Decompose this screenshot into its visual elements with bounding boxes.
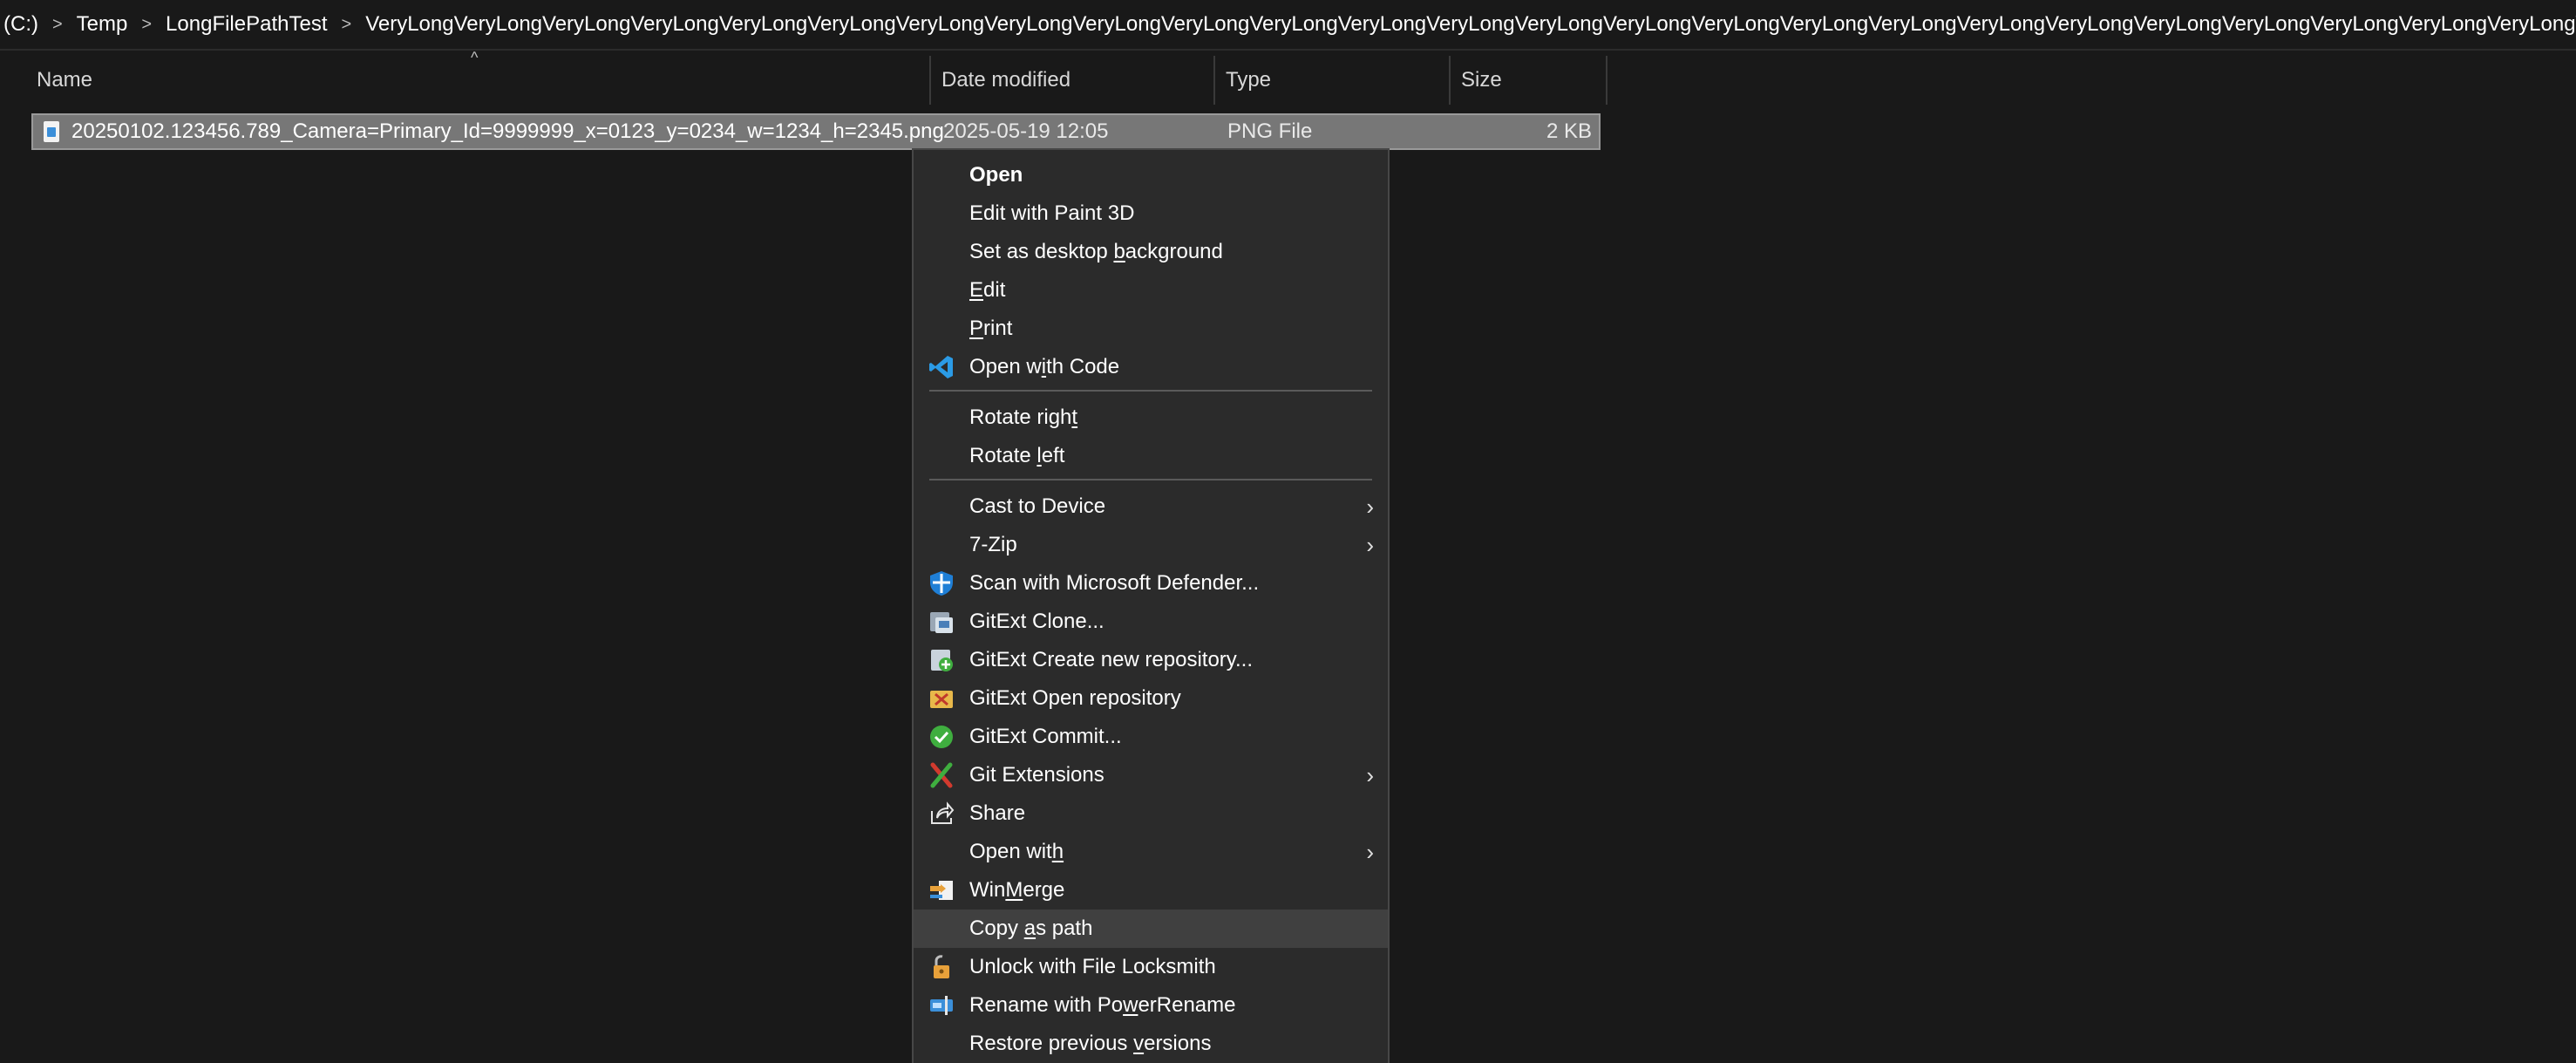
menu-item-gitext-commit[interactable]: GitExt Commit...: [914, 718, 1388, 756]
column-header-size[interactable]: Size: [1451, 56, 1606, 105]
vscode-icon: [928, 353, 955, 381]
menu-item-restore-previous-versions[interactable]: Restore previous versions: [914, 1025, 1388, 1063]
file-name: 20250102.123456.789_Camera=Primary_Id=99…: [71, 119, 944, 143]
gitext-clone-icon: [928, 608, 955, 636]
breadcrumb-drive[interactable]: (C:): [0, 12, 42, 37]
menu-item-label: GitExt Open repository: [969, 686, 1181, 710]
menu-item-label: Open: [969, 163, 1023, 187]
breadcrumb: (C:) > Temp > LongFilePathTest > VeryLon…: [0, 0, 2576, 51]
column-header-type[interactable]: Type: [1215, 56, 1449, 105]
file-row-selected[interactable]: 20250102.123456.789_Camera=Primary_Id=99…: [31, 113, 1601, 150]
menu-item-rotate-left[interactable]: Rotate left: [914, 437, 1388, 475]
chevron-right-icon: ›: [1366, 493, 1374, 520]
chevron-right-icon: ›: [1366, 838, 1374, 865]
gitext-create-repo-icon: [928, 646, 955, 674]
menu-item-label: Edit with Paint 3D: [969, 201, 1135, 225]
menu-item-label: Copy as path: [969, 916, 1093, 940]
menu-item-unlock-file-locksmith[interactable]: Unlock with File Locksmith: [914, 948, 1388, 986]
column-header-date-modified[interactable]: Date modified: [931, 56, 1213, 105]
context-menu: Open Edit with Paint 3D Set as desktop b…: [912, 148, 1390, 1063]
menu-item-rotate-right[interactable]: Rotate right: [914, 399, 1388, 437]
menu-item-open[interactable]: Open: [914, 156, 1388, 194]
menu-item-share[interactable]: Share: [914, 794, 1388, 833]
menu-item-label: Print: [969, 317, 1013, 340]
breadcrumb-verylong-folder[interactable]: VeryLongVeryLongVeryLongVeryLongVeryLong…: [362, 12, 2576, 37]
menu-item-7zip[interactable]: 7-Zip ›: [914, 526, 1388, 564]
file-explorer-window: (C:) > Temp > LongFilePathTest > VeryLon…: [0, 0, 2576, 1063]
menu-item-label: Cast to Device: [969, 494, 1106, 518]
breadcrumb-longfilepathtest[interactable]: LongFilePathTest: [162, 12, 330, 37]
chevron-right-icon: >: [141, 14, 153, 34]
gitext-commit-icon: [928, 723, 955, 751]
menu-item-gitext-clone[interactable]: GitExt Clone...: [914, 603, 1388, 641]
menu-item-gitext-open-repo[interactable]: GitExt Open repository: [914, 679, 1388, 718]
powerrename-icon: [928, 991, 955, 1019]
chevron-right-icon: >: [341, 14, 352, 34]
menu-separator: [929, 479, 1372, 480]
menu-item-label: Open with: [969, 840, 1064, 863]
menu-item-label: Rotate right: [969, 405, 1078, 429]
menu-item-label: Share: [969, 801, 1026, 825]
menu-item-winmerge[interactable]: WinMerge: [914, 871, 1388, 910]
menu-separator: [929, 390, 1372, 392]
menu-item-label: Scan with Microsoft Defender...: [969, 571, 1260, 595]
padlock-icon: [928, 953, 955, 981]
menu-item-print[interactable]: Print: [914, 310, 1388, 348]
winmerge-icon: [928, 876, 955, 904]
menu-item-label: Edit: [969, 278, 1006, 302]
menu-item-label: GitExt Commit...: [969, 725, 1122, 748]
gitext-open-repo-icon: [928, 685, 955, 712]
png-file-icon: [44, 121, 59, 142]
file-size: 2 KB: [1546, 119, 1592, 143]
menu-item-label: Unlock with File Locksmith: [969, 955, 1216, 978]
menu-item-edit[interactable]: Edit: [914, 271, 1388, 310]
file-date-modified: 2025-05-19 12:05: [943, 119, 1109, 143]
column-header-name[interactable]: Name: [26, 56, 929, 105]
menu-item-label: 7-Zip: [969, 533, 1017, 556]
menu-item-copy-as-path[interactable]: Copy as path: [914, 910, 1388, 948]
defender-shield-icon: [928, 569, 955, 597]
menu-item-open-with-code[interactable]: Open with Code: [914, 348, 1388, 386]
menu-item-label: Git Extensions: [969, 763, 1104, 787]
menu-item-set-desktop-background[interactable]: Set as desktop background: [914, 233, 1388, 271]
menu-item-edit-paint3d[interactable]: Edit with Paint 3D: [914, 194, 1388, 233]
menu-item-rename-powerrename[interactable]: Rename with PowerRename: [914, 986, 1388, 1025]
menu-item-gitext-create-repo[interactable]: GitExt Create new repository...: [914, 641, 1388, 679]
menu-item-label: Restore previous versions: [969, 1032, 1212, 1055]
menu-item-label: Rename with PowerRename: [969, 993, 1236, 1017]
menu-item-label: Rotate left: [969, 444, 1065, 467]
file-name-cell: 20250102.123456.789_Camera=Primary_Id=99…: [44, 115, 944, 148]
breadcrumb-temp[interactable]: Temp: [73, 12, 132, 37]
menu-item-scan-defender[interactable]: Scan with Microsoft Defender...: [914, 564, 1388, 603]
menu-item-git-extensions[interactable]: Git Extensions ›: [914, 756, 1388, 794]
column-divider[interactable]: [1606, 56, 1607, 105]
menu-item-open-with[interactable]: Open with ›: [914, 833, 1388, 871]
chevron-right-icon: ›: [1366, 531, 1374, 558]
menu-item-label: Set as desktop background: [969, 240, 1223, 263]
menu-item-label: GitExt Create new repository...: [969, 648, 1254, 671]
share-icon: [928, 800, 955, 828]
chevron-right-icon: ›: [1366, 761, 1374, 788]
file-type: PNG File: [1227, 119, 1313, 143]
git-extensions-icon: [928, 761, 955, 789]
menu-item-label: WinMerge: [969, 878, 1065, 902]
menu-item-label: GitExt Clone...: [969, 610, 1104, 633]
menu-item-label: Open with Code: [969, 355, 1120, 378]
chevron-right-icon: >: [51, 14, 63, 34]
menu-item-cast-to-device[interactable]: Cast to Device ›: [914, 487, 1388, 526]
